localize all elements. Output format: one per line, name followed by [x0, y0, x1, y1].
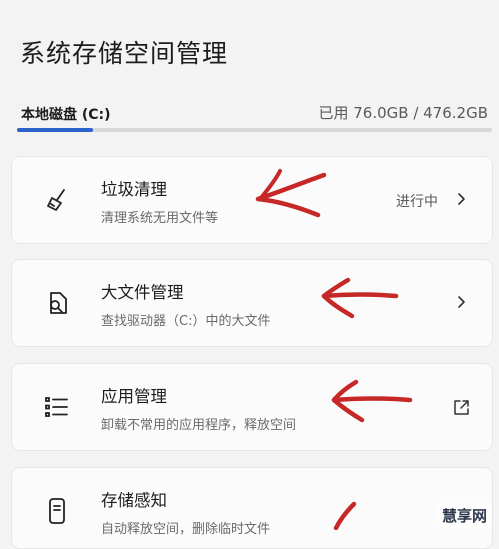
card-subtitle: 查找驱动器（C:）中的大文件: [101, 314, 271, 329]
status-text: 进行中: [396, 194, 438, 210]
storage-sense-card[interactable]: 存储感知 自动释放空间，删除临时文件: [11, 467, 493, 549]
card-title: 大文件管理: [101, 283, 184, 302]
card-title: 垃圾清理: [101, 180, 167, 199]
disk-usage-text: 已用 76.0GB / 476.2GB: [318, 104, 488, 122]
app-management-card[interactable]: 应用管理 卸载不常用的应用程序，释放空间: [11, 363, 493, 451]
card-subtitle: 清理系统无用文件等: [101, 211, 219, 226]
chevron-right-icon: [454, 192, 468, 206]
large-file-card[interactable]: 大文件管理 查找驱动器（C:）中的大文件: [11, 259, 493, 347]
card-title: 应用管理: [101, 387, 167, 406]
page-title: 系统存储空间管理: [20, 39, 229, 68]
card-subtitle: 自动释放空间，删除临时文件: [101, 522, 271, 537]
file-search-icon: [42, 288, 72, 318]
broom-icon: [42, 185, 72, 215]
junk-cleanup-card[interactable]: 垃圾清理 清理系统无用文件等 进行中: [11, 156, 493, 244]
disk-usage-bar: [17, 128, 492, 132]
card-subtitle: 卸载不常用的应用程序，释放空间: [101, 418, 297, 433]
chevron-right-icon: [454, 295, 468, 309]
card-title: 存储感知: [101, 491, 167, 510]
disk-label: 本地磁盘 (C:): [21, 107, 111, 123]
external-link-icon: [453, 399, 470, 416]
watermark: 慧享网: [437, 503, 491, 528]
list-icon: [42, 392, 72, 422]
phone-storage-icon: [42, 496, 72, 526]
disk-usage-fill: [17, 128, 93, 132]
